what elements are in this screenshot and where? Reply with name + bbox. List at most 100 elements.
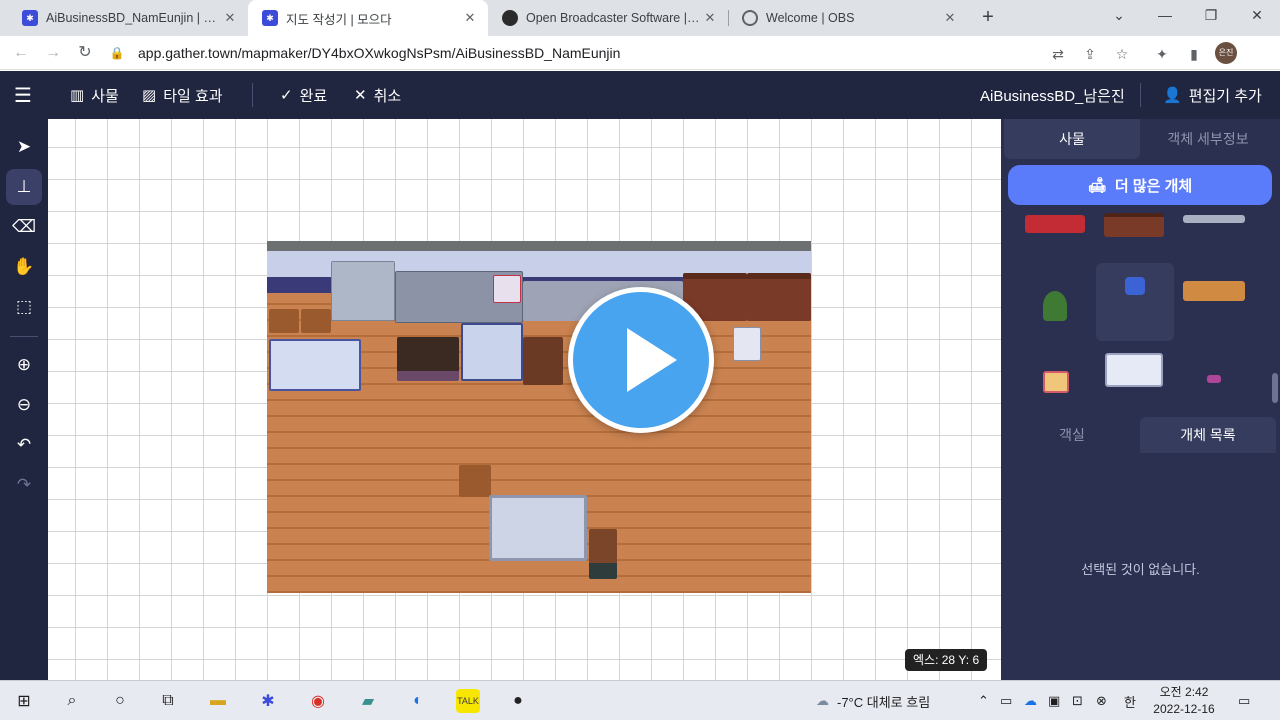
gather-app-icon[interactable]: ✱ (256, 689, 280, 713)
stamp-tool[interactable]: ⊥ (6, 169, 42, 205)
table-object[interactable] (489, 495, 587, 561)
lower-tabs: 객실 개체 목록 (1001, 417, 1280, 453)
cursor-coordinates: 엑스: 28 Y: 6 (905, 649, 988, 671)
tray-expand-icon[interactable]: ⌃ (978, 681, 989, 720)
search-icon[interactable]: ⌕ (60, 689, 84, 713)
appliance-object[interactable] (493, 275, 521, 303)
tab-search-icon[interactable]: ⌄ (1096, 0, 1142, 32)
hand-tool[interactable]: ✋ (6, 249, 42, 285)
browser-tab-mapmaker[interactable]: ✱ 지도 작성기 | 모으다 ✕ (248, 0, 488, 36)
onedrive-icon[interactable]: ☁ (1024, 681, 1037, 720)
add-editor-label: 편집기 추가 (1188, 87, 1262, 105)
minimize-button[interactable]: — (1142, 0, 1188, 32)
tab-rooms[interactable]: 객실 (1004, 417, 1140, 453)
palette-item-bookshelf[interactable] (1104, 213, 1164, 237)
add-user-icon: 👤 (1163, 87, 1182, 104)
zoom-out-button[interactable]: ⊖ (6, 387, 42, 423)
display-case-object[interactable] (269, 339, 361, 391)
restore-button[interactable]: ❐ (1188, 0, 1234, 32)
mute-icon[interactable]: ⊗ (1096, 681, 1107, 720)
battery-icon[interactable]: ▭ (1000, 681, 1012, 720)
side-panel-icon[interactable]: ▮ (1184, 44, 1204, 64)
translate-icon[interactable]: ⇄ (1048, 44, 1068, 64)
browser-tab-welcome-obs[interactable]: Welcome | OBS ✕ (728, 0, 968, 36)
taskbar-clock[interactable]: 오전 2:42 2022-12-16 (1148, 684, 1220, 718)
video-play-button[interactable] (568, 287, 714, 433)
window-object[interactable] (733, 327, 761, 361)
tab-title: 지도 작성기 | 모으다 (286, 12, 392, 27)
objects-tool-button[interactable]: ▥ 사물 (70, 71, 119, 119)
play-icon (627, 328, 677, 392)
browser-tab-obs[interactable]: Open Broadcaster Software | Ol ✕ (488, 0, 728, 36)
browser-tab-gather[interactable]: ✱ AiBusinessBD_NamEunjin | Gath ✕ (8, 0, 248, 36)
palette-item-chair[interactable] (1125, 277, 1145, 295)
select-tool[interactable]: ➤ (6, 129, 42, 165)
extensions-icon[interactable]: ✦ (1152, 44, 1172, 64)
kakaotalk-icon[interactable]: TALK (456, 689, 480, 713)
ime-indicator[interactable]: 한 (1124, 681, 1136, 720)
reload-button[interactable]: ↻ (72, 40, 98, 66)
cancel-button[interactable]: ✕ 취소 (354, 71, 401, 119)
menu-button[interactable]: ☰ (14, 71, 32, 119)
chair-object[interactable] (269, 309, 299, 333)
rug-object[interactable] (459, 465, 491, 497)
tab-title: AiBusinessBD_NamEunjin | Gath (46, 11, 222, 25)
palette-item-plant[interactable] (1043, 291, 1067, 321)
cabinet-object[interactable] (523, 337, 563, 385)
map-canvas[interactable]: 엑스: 28 Y: 6 (48, 119, 1001, 680)
share-icon[interactable]: ⇪ (1080, 44, 1100, 64)
forward-button[interactable]: → (40, 40, 66, 66)
done-button[interactable]: ✓ 완료 (280, 71, 327, 119)
bookmark-star-icon[interactable]: ☆ (1112, 44, 1132, 64)
map-area[interactable] (267, 241, 811, 593)
new-tab-button[interactable]: + (976, 6, 1000, 30)
bin-object[interactable] (589, 529, 617, 579)
obs-icon[interactable]: ● (506, 689, 530, 713)
undo-button[interactable]: ↶ (6, 427, 42, 463)
task-view-icon[interactable]: ⧉ (156, 689, 180, 713)
notes-app-icon[interactable]: ▰ (356, 689, 380, 713)
close-window-button[interactable]: ✕ (1234, 0, 1280, 32)
close-icon[interactable]: ✕ (462, 10, 478, 26)
close-icon[interactable]: ✕ (942, 10, 958, 26)
tab-object-list[interactable]: 개체 목록 (1140, 417, 1276, 453)
palette-item-whiteboard[interactable] (1105, 353, 1163, 387)
palette-item-shelf[interactable] (1183, 215, 1245, 223)
tile-effects-button[interactable]: ▨ 타일 효과 (142, 71, 223, 119)
tab-objects[interactable]: 사물 (1004, 119, 1140, 159)
chrome-icon[interactable]: ◉ (306, 689, 330, 713)
marquee-tool[interactable]: ⬚ (6, 289, 42, 325)
profile-avatar[interactable]: 은진 (1215, 42, 1237, 64)
add-editor-button[interactable]: 👤 편집기 추가 (1163, 71, 1262, 119)
more-objects-button[interactable]: 🛋 더 많은 개체 (1008, 165, 1272, 205)
windows-start-icon[interactable]: ⊞ (12, 689, 36, 713)
palette-item-frame[interactable] (1043, 371, 1069, 393)
close-icon[interactable]: ✕ (702, 10, 718, 26)
file-explorer-icon[interactable]: ▬ (206, 689, 230, 713)
palette-item-table[interactable] (1183, 281, 1245, 301)
edge-icon[interactable]: ◐ (406, 689, 430, 713)
more-objects-label: 더 많은 개체 (1114, 177, 1193, 195)
chair-object[interactable] (301, 309, 331, 333)
space-name: AiBusinessBD_남은진 (980, 87, 1125, 105)
palette-item-red-rug[interactable] (1025, 215, 1085, 233)
display-case-object[interactable] (461, 323, 523, 381)
network-icon[interactable]: ▣ (1048, 681, 1060, 720)
palette-item-small[interactable] (1207, 375, 1221, 383)
display-icon[interactable]: ⊡ (1072, 681, 1083, 720)
close-icon[interactable]: ✕ (222, 10, 238, 26)
redo-button[interactable]: ↷ (6, 467, 42, 503)
weather-widget[interactable]: ☁ -7°C 대체로 흐림 (816, 681, 930, 720)
fridge-object[interactable] (331, 261, 395, 321)
notification-icon[interactable]: ▭ (1238, 681, 1250, 720)
address-bar[interactable]: 🔒 app.gather.town/mapmaker/DY4bxOXwkogNs… (108, 39, 1142, 67)
url-text: app.gather.town/mapmaker/DY4bxOXwkogNsPs… (138, 45, 621, 61)
cortana-icon[interactable]: ○ (108, 689, 132, 713)
bookshelf-object[interactable] (747, 273, 811, 321)
palette-scrollbar[interactable] (1272, 373, 1278, 403)
zoom-in-button[interactable]: ⊕ (6, 347, 42, 383)
stove-object[interactable] (397, 337, 459, 381)
tab-object-details[interactable]: 객체 세부정보 (1140, 119, 1276, 159)
eraser-tool[interactable]: ⌫ (6, 209, 42, 245)
back-button[interactable]: ← (8, 40, 34, 66)
